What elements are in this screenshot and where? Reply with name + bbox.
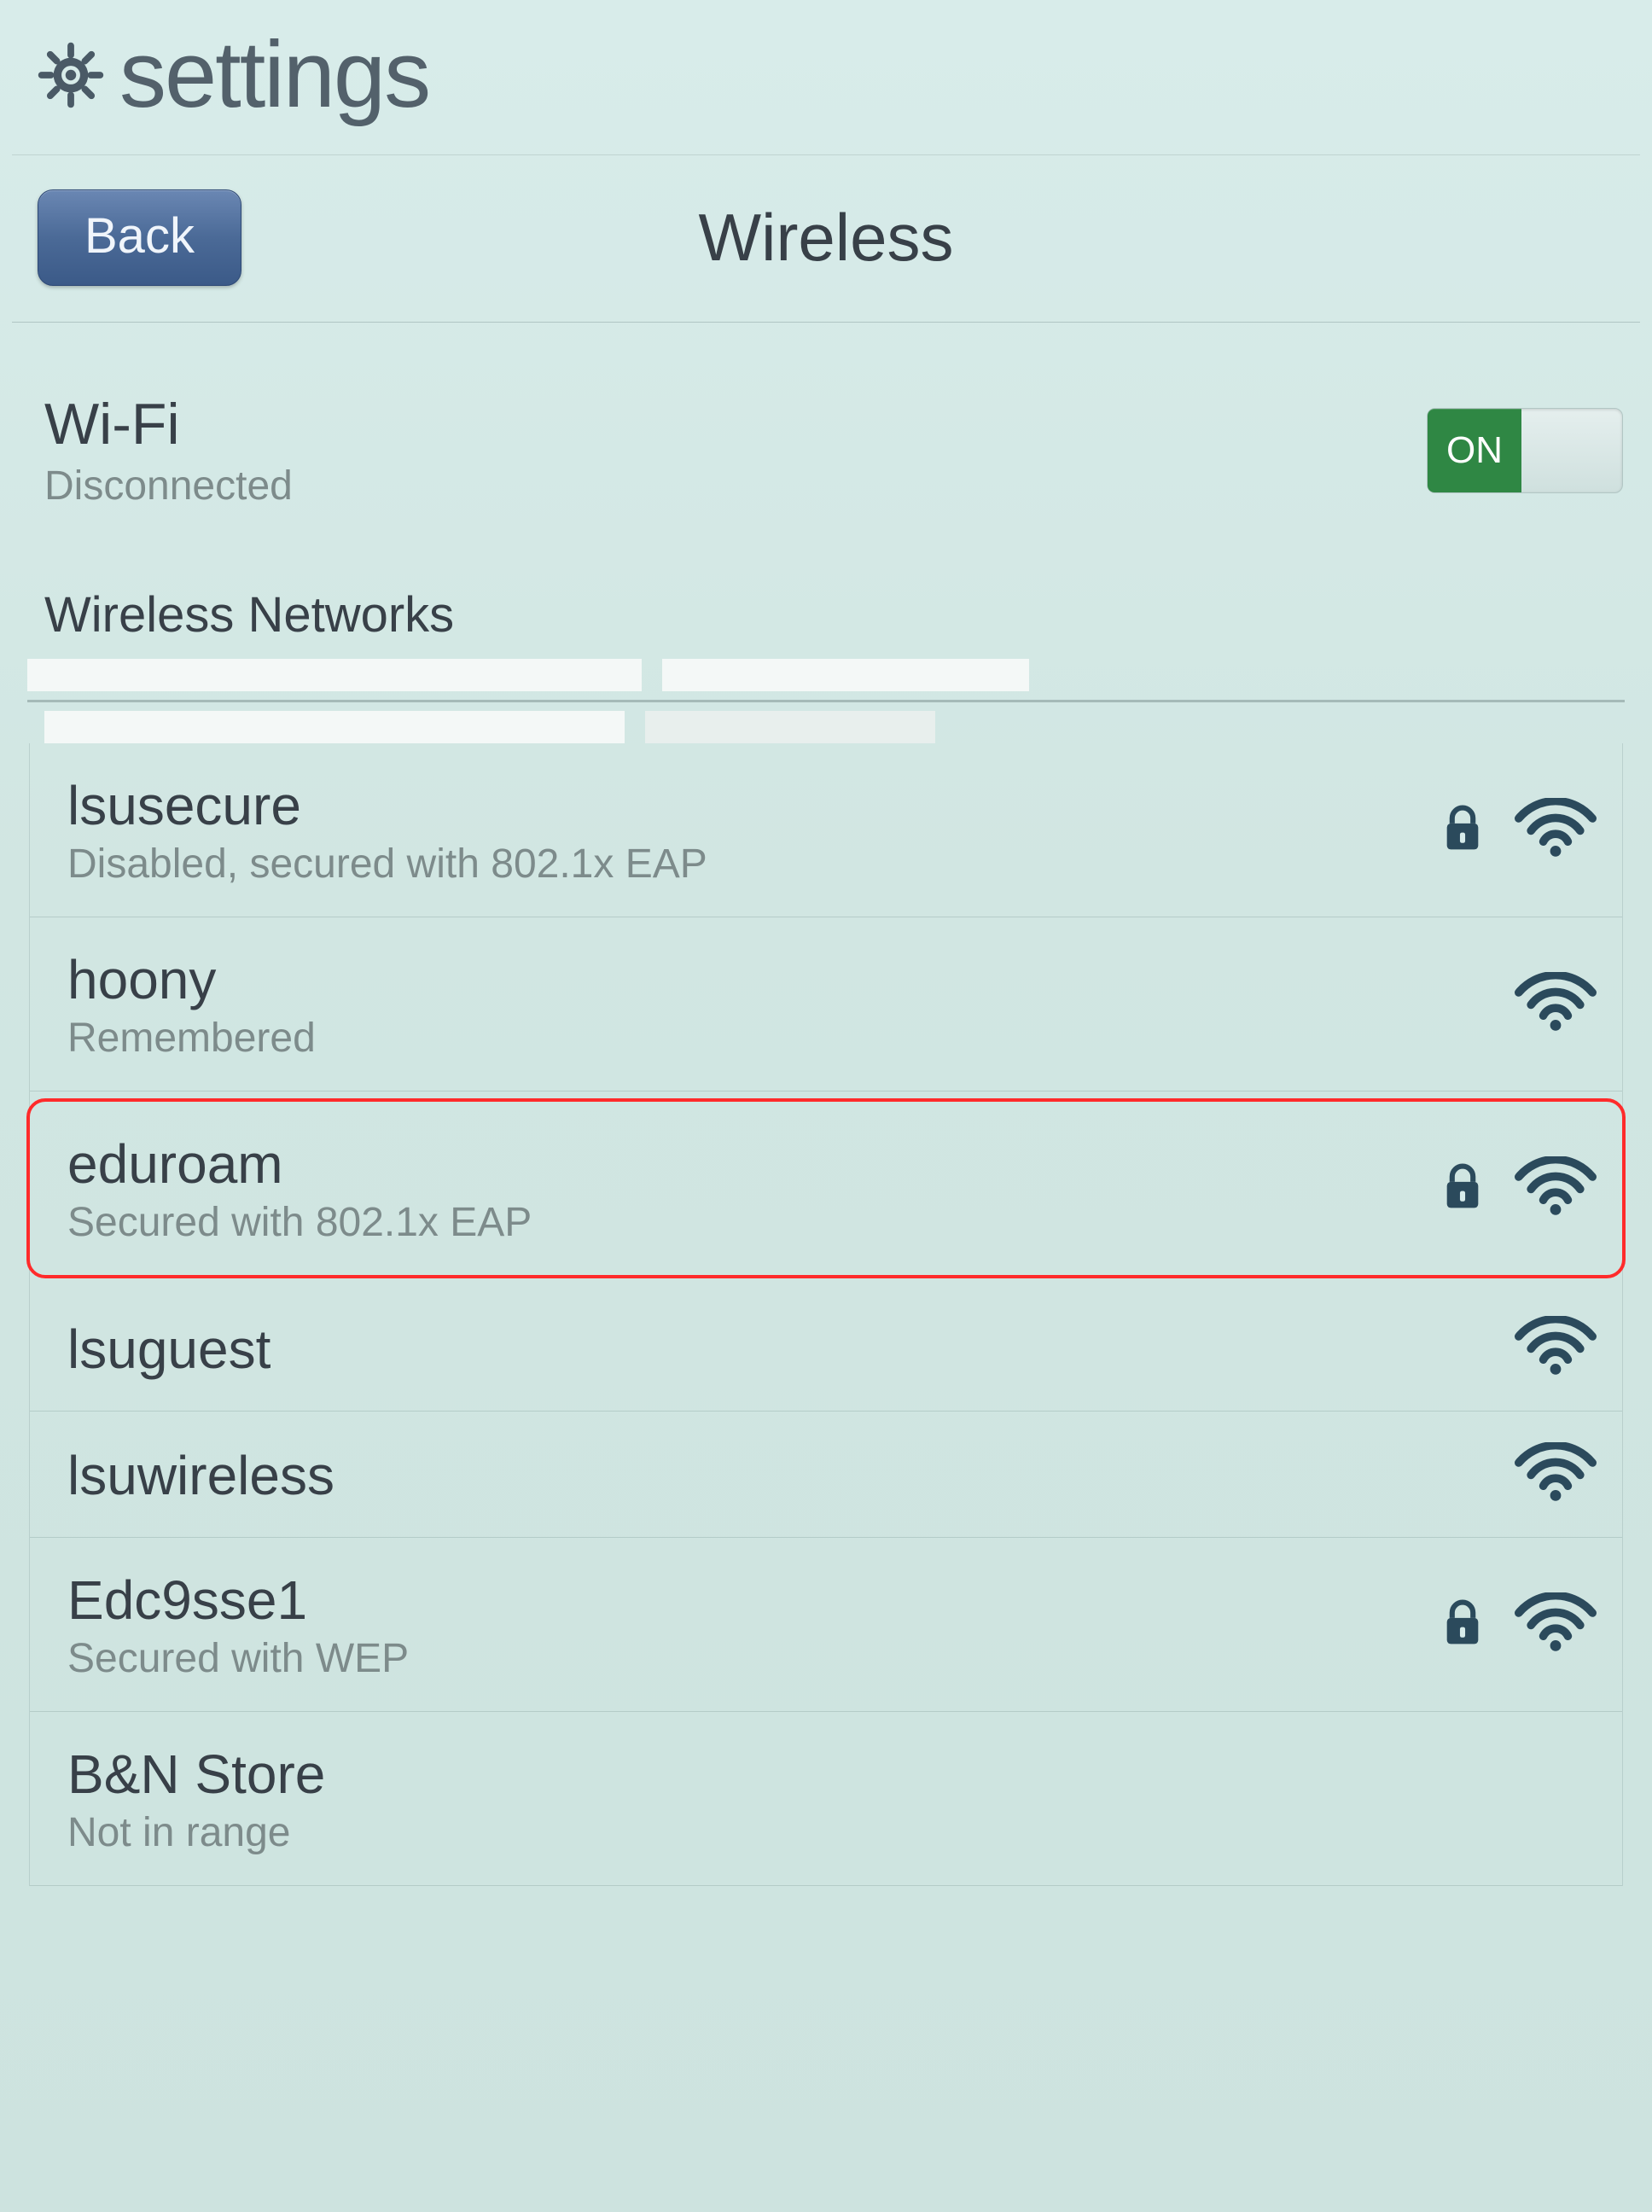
sub-header: Back Wireless bbox=[12, 155, 1640, 323]
wifi-toggle-state: ON bbox=[1428, 409, 1521, 492]
settings-gear-icon bbox=[38, 42, 104, 108]
wifi-title: Wi-Fi bbox=[44, 391, 293, 457]
network-name: eduroam bbox=[67, 1132, 532, 1196]
list-divider bbox=[27, 700, 1625, 702]
network-name: hoony bbox=[67, 948, 316, 1011]
wifi-signal-icon bbox=[1513, 798, 1598, 864]
network-text: B&N StoreNot in range bbox=[67, 1743, 325, 1856]
network-text: lsusecureDisabled, secured with 802.1x E… bbox=[67, 774, 707, 888]
wifi-signal-icon bbox=[1513, 1316, 1598, 1382]
lock-icon bbox=[1443, 804, 1482, 858]
network-text: lsuguest bbox=[67, 1318, 270, 1381]
network-name: lsuguest bbox=[67, 1318, 270, 1381]
network-row[interactable]: lsusecureDisabled, secured with 802.1x E… bbox=[30, 743, 1622, 917]
network-name: B&N Store bbox=[67, 1743, 325, 1806]
wifi-signal-icon bbox=[1513, 972, 1598, 1038]
network-icons bbox=[1443, 798, 1598, 864]
wifi-signal-icon bbox=[1513, 1592, 1598, 1658]
network-subtitle: Remembered bbox=[67, 1015, 316, 1062]
network-text: hoonyRemembered bbox=[67, 948, 316, 1062]
network-subtitle: Disabled, secured with 802.1x EAP bbox=[67, 841, 707, 888]
network-icons bbox=[1513, 1316, 1598, 1382]
network-row[interactable]: eduroamSecured with 802.1x EAP bbox=[26, 1098, 1626, 1278]
network-name: lsusecure bbox=[67, 774, 707, 837]
network-subtitle: Secured with WEP bbox=[67, 1635, 409, 1682]
network-name: Edc9sse1 bbox=[67, 1569, 409, 1632]
network-row[interactable]: B&N StoreNot in range bbox=[30, 1712, 1622, 1886]
wifi-signal-icon bbox=[1513, 1442, 1598, 1508]
network-text: lsuwireless bbox=[67, 1444, 334, 1507]
wifi-status-row: Wi-Fi Disconnected ON bbox=[12, 323, 1640, 561]
app-title: settings bbox=[119, 20, 429, 129]
wifi-signal-icon bbox=[1513, 1156, 1598, 1222]
network-row[interactable]: Edc9sse1Secured with WEP bbox=[30, 1538, 1622, 1712]
app-header: settings bbox=[12, 0, 1640, 155]
wifi-labels: Wi-Fi Disconnected bbox=[44, 391, 293, 509]
network-text: Edc9sse1Secured with WEP bbox=[67, 1569, 409, 1682]
lock-icon bbox=[1443, 1598, 1482, 1652]
network-icons bbox=[1513, 1442, 1598, 1508]
network-subtitle: Secured with 802.1x EAP bbox=[67, 1199, 532, 1246]
networks-section-header: Wireless Networks bbox=[12, 561, 1640, 659]
lock-icon bbox=[1443, 1162, 1482, 1216]
network-row[interactable]: lsuguest bbox=[30, 1285, 1622, 1412]
back-button[interactable]: Back bbox=[38, 189, 241, 286]
network-subtitle: Not in range bbox=[67, 1809, 325, 1856]
network-row[interactable]: lsuwireless bbox=[30, 1412, 1622, 1538]
network-name: lsuwireless bbox=[67, 1444, 334, 1507]
network-list: lsusecureDisabled, secured with 802.1x E… bbox=[29, 743, 1623, 1886]
network-icons bbox=[1513, 972, 1598, 1038]
redacted-bar-inner bbox=[12, 702, 1640, 743]
wifi-toggle[interactable]: ON bbox=[1427, 408, 1623, 493]
redacted-bar-top bbox=[12, 659, 1640, 696]
wifi-subtitle: Disconnected bbox=[44, 463, 293, 509]
network-icons bbox=[1443, 1156, 1598, 1222]
network-text: eduroamSecured with 802.1x EAP bbox=[67, 1132, 532, 1246]
network-icons bbox=[1443, 1592, 1598, 1658]
page-title: Wireless bbox=[698, 199, 953, 276]
network-row[interactable]: hoonyRemembered bbox=[30, 917, 1622, 1091]
